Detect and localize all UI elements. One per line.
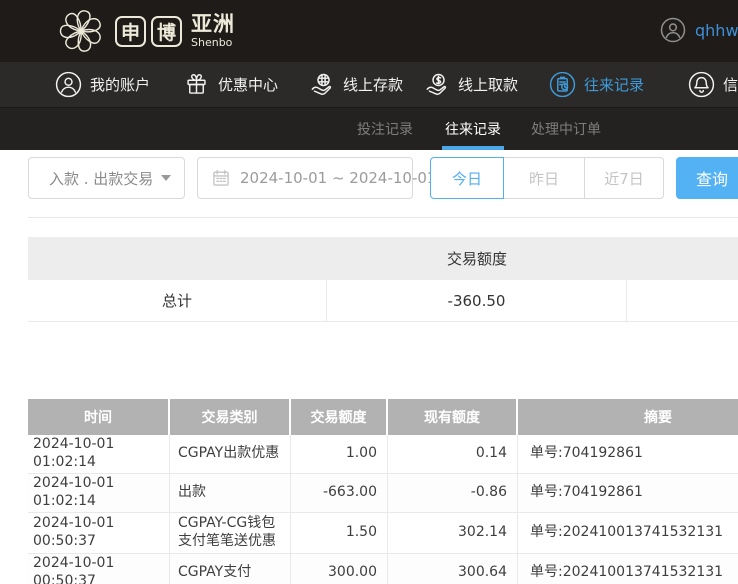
- nav-item-promotions[interactable]: 优惠中心: [183, 62, 278, 107]
- cell-time: 2024-10-01 00:50:37: [28, 513, 170, 553]
- cell-summary: 单号:704192861: [530, 484, 643, 501]
- nav-item-records[interactable]: 往来记录: [549, 62, 644, 107]
- subnav-item-transaction-records[interactable]: 往来记录: [442, 108, 504, 150]
- nav-label: 线上取款: [458, 76, 519, 94]
- yesterday-button[interactable]: 昨日: [504, 157, 585, 199]
- cell-balance: 0.14: [388, 435, 518, 473]
- subnav-item-pending-orders[interactable]: 处理中订单: [529, 108, 603, 150]
- cell-time: 2024-10-01 01:02:14: [28, 435, 170, 473]
- cell-amount: 300.00: [291, 553, 388, 584]
- filter-divider: [28, 217, 738, 218]
- withdraw-icon: [426, 73, 447, 95]
- nav-label: 优惠中心: [218, 76, 279, 94]
- summary-header-spacer: [28, 237, 327, 280]
- cell-type: CGPAY支付: [170, 553, 291, 584]
- bell-icon: [688, 71, 715, 98]
- logo-char-bo: 博: [151, 15, 182, 47]
- logo-region-cn: 亚洲: [191, 12, 235, 36]
- nav-label: 线上存款: [343, 76, 404, 94]
- account-menu[interactable]: qhhw: [660, 17, 738, 43]
- deposit-icon: [311, 73, 332, 95]
- subnav-label: 处理中订单: [531, 122, 601, 138]
- chevron-down-icon: [161, 175, 171, 181]
- cell-summary: 单号:202410013741532131: [530, 563, 724, 580]
- subnav-label: 投注记录: [357, 122, 413, 138]
- calendar-icon: [213, 169, 229, 186]
- summary-empty-cell: [627, 280, 738, 321]
- summary-table: 交易额度 总计 -360.50: [28, 237, 738, 322]
- table-row: 2024-10-01 00:50:37 CGPAY支付 300.00 300.6…: [28, 553, 738, 584]
- main-nav: 我的账户 优惠中心 线上存款 线上取款 往来记录 信: [0, 62, 738, 108]
- nav-item-my-account[interactable]: 我的账户: [55, 62, 150, 107]
- date-range-input[interactable]: 2024-10-01 ~ 2024-10-01: [197, 157, 436, 199]
- summary-total-value: -360.50: [327, 280, 627, 321]
- user-icon: [55, 71, 82, 98]
- nav-item-deposit[interactable]: 线上存款: [308, 62, 403, 107]
- cell-time: 2024-10-01 01:02:14: [28, 474, 170, 512]
- column-header-amount: 交易额度: [291, 399, 388, 435]
- nav-item-withdraw[interactable]: 线上取款: [423, 62, 518, 107]
- summary-total-row: 总计 -360.50: [28, 280, 738, 322]
- date-range-value: 2024-10-01 ~ 2024-10-01: [240, 169, 437, 187]
- logo-characters: 申 博: [115, 15, 182, 47]
- cell-time: 2024-10-01 00:50:37: [28, 553, 170, 584]
- today-button[interactable]: 今日: [430, 157, 504, 199]
- sub-nav: 投注记录 往来记录 处理中订单: [0, 108, 738, 150]
- cell-amount: -663.00: [291, 474, 388, 512]
- cell-amount: 1.50: [291, 513, 388, 553]
- cell-amount: 1.00: [291, 435, 388, 473]
- table-row: 2024-10-01 01:02:14 CGPAY出款优惠 1.00 0.14 …: [28, 435, 738, 474]
- nav-label: 信息: [723, 76, 738, 94]
- brand-logo[interactable]: 申 博 亚洲 Shenbo: [55, 6, 235, 56]
- cell-balance: 302.14: [388, 513, 518, 553]
- cell-summary: 单号:704192861: [530, 445, 643, 462]
- top-header: 申 博 亚洲 Shenbo qhhw: [0, 0, 738, 62]
- transaction-type-value: 入款 . 出款交易: [49, 169, 154, 188]
- column-header-summary: 摘要: [644, 410, 672, 426]
- cell-summary: 单号:202410013741532131: [530, 523, 724, 540]
- column-header-type: 交易类别: [170, 399, 291, 435]
- nav-label: 往来记录: [584, 76, 645, 94]
- gift-icon: [187, 73, 206, 94]
- table-row: 2024-10-01 01:02:14 出款 -663.00 -0.86 单号:…: [28, 474, 738, 513]
- summary-header-spacer: [627, 237, 738, 280]
- subnav-label: 往来记录: [445, 122, 501, 138]
- page: 申 博 亚洲 Shenbo qhhw 我的账户 优惠中心 线上存款 线上取款 往…: [0, 0, 738, 584]
- table-header-row: 时间 交易类别 交易额度 现有额度 摘要: [28, 399, 738, 435]
- summary-header-row: 交易额度: [28, 237, 738, 280]
- logo-char-shen: 申: [115, 15, 146, 47]
- search-button[interactable]: 查询: [676, 157, 738, 199]
- column-header-time: 时间: [28, 399, 170, 435]
- subnav-item-bet-records[interactable]: 投注记录: [355, 108, 415, 150]
- nav-item-messages[interactable]: 信息: [688, 62, 738, 107]
- summary-total-label: 总计: [28, 280, 327, 321]
- cell-balance: 300.64: [388, 553, 518, 584]
- table-row: 2024-10-01 00:50:37 CGPAY-CG钱包支付笔笔送优惠 1.…: [28, 513, 738, 554]
- records-icon: [549, 71, 576, 98]
- quick-date-button-group: 今日 昨日 近7日: [430, 157, 664, 199]
- last-7-days-button[interactable]: 近7日: [585, 157, 664, 199]
- logo-region-en: Shenbo: [191, 36, 233, 49]
- cell-type: 出款: [170, 474, 291, 512]
- transactions-table: 时间 交易类别 交易额度 现有额度 摘要 2024-10-01 01:02:14…: [28, 399, 738, 584]
- logo-region: 亚洲 Shenbo: [191, 12, 235, 49]
- username[interactable]: qhhw: [695, 21, 738, 40]
- cell-type: CGPAY出款优惠: [170, 435, 291, 473]
- flower-logo-icon: [59, 10, 101, 52]
- column-header-balance: 现有额度: [388, 399, 518, 435]
- cell-balance: -0.86: [388, 474, 518, 512]
- transaction-type-select[interactable]: 入款 . 出款交易: [28, 157, 185, 199]
- avatar-icon: [660, 17, 686, 43]
- summary-header-label: 交易额度: [446, 250, 507, 268]
- cell-type: CGPAY-CG钱包支付笔笔送优惠: [170, 513, 291, 553]
- nav-label: 我的账户: [90, 76, 151, 94]
